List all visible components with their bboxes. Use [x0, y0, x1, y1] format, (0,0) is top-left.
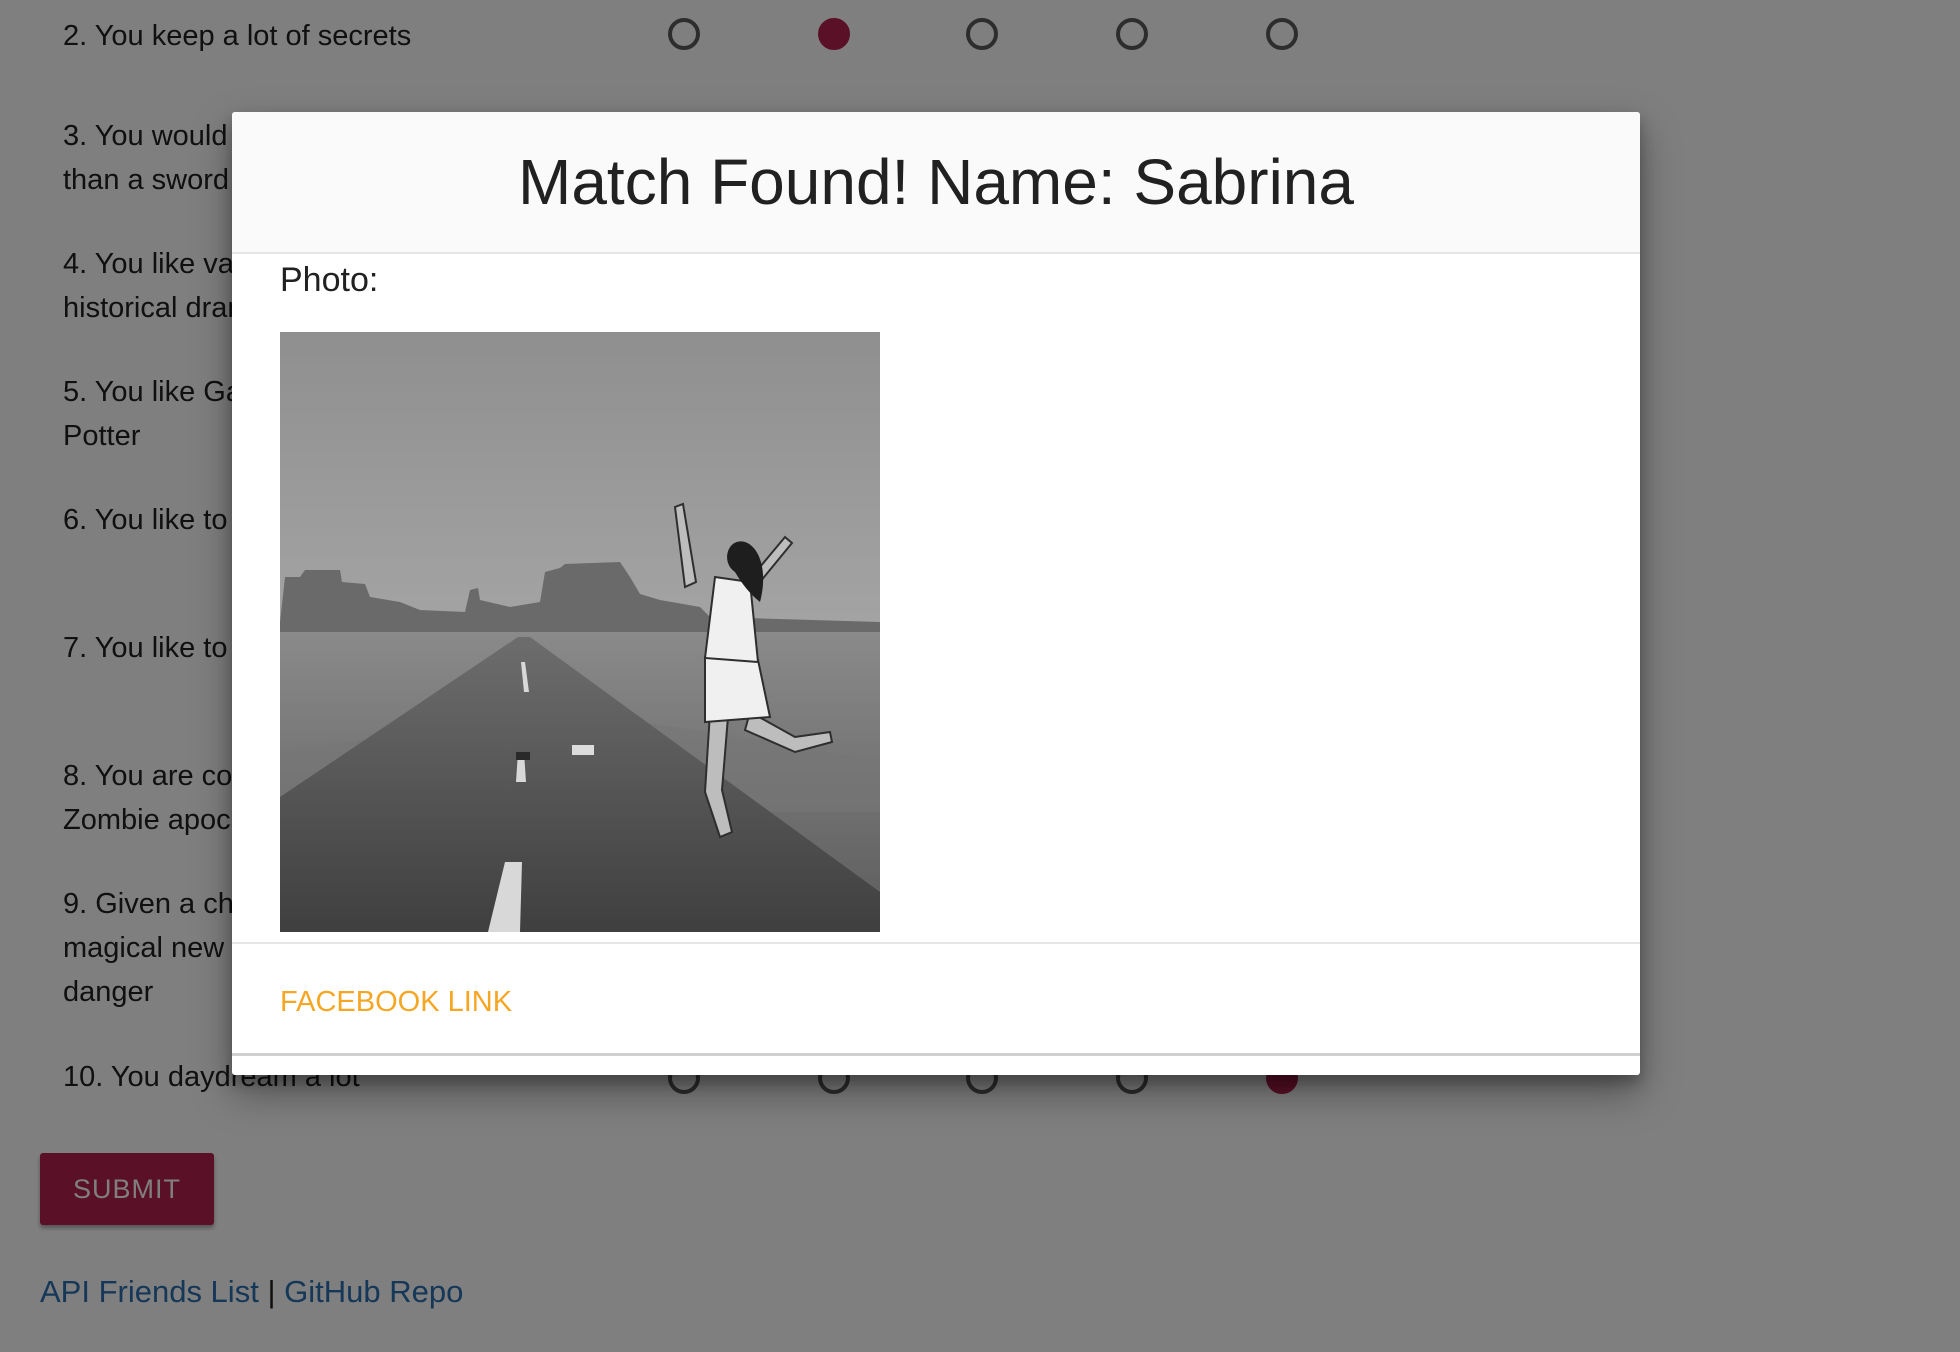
facebook-link[interactable]: Facebook Link [280, 980, 512, 1024]
modal-title: Match Found! Name: Sabrina [518, 146, 1354, 218]
modal-divider [232, 942, 1640, 944]
match-modal: Match Found! Name: Sabrina Photo: FACEBO… [232, 112, 1640, 1075]
modal-bottom-edge [232, 1053, 1640, 1056]
match-photo [280, 332, 880, 932]
modal-header: Match Found! Name: Sabrina [232, 112, 1640, 254]
photo-label: Photo: [280, 261, 379, 299]
